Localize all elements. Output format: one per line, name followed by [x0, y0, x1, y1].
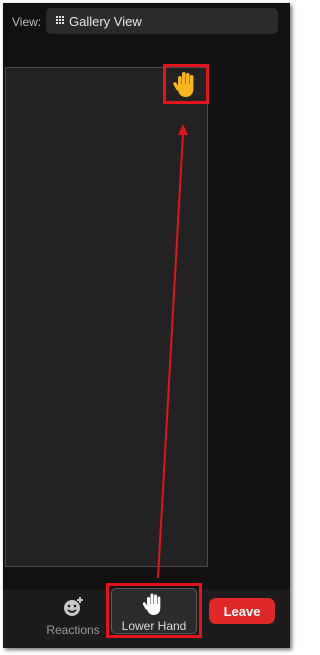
reactions-icon — [64, 597, 83, 616]
reactions-button[interactable]: Reactions — [43, 595, 103, 645]
view-selector[interactable]: Gallery View — [46, 8, 278, 34]
reactions-label: Reactions — [46, 623, 100, 637]
leave-button[interactable]: Leave — [209, 598, 275, 624]
view-selector-value: Gallery View — [69, 13, 142, 29]
grid-icon — [56, 16, 66, 26]
view-bar: View: Gallery View — [3, 3, 290, 37]
raised-hand-icon — [173, 72, 194, 97]
meeting-window: View: Gallery View Reactions — [3, 3, 290, 648]
lower-hand-annotation-box — [106, 583, 202, 638]
participant-video-tile[interactable] — [5, 67, 208, 567]
view-label: View: — [12, 15, 42, 29]
raised-hand-badge — [163, 64, 209, 104]
